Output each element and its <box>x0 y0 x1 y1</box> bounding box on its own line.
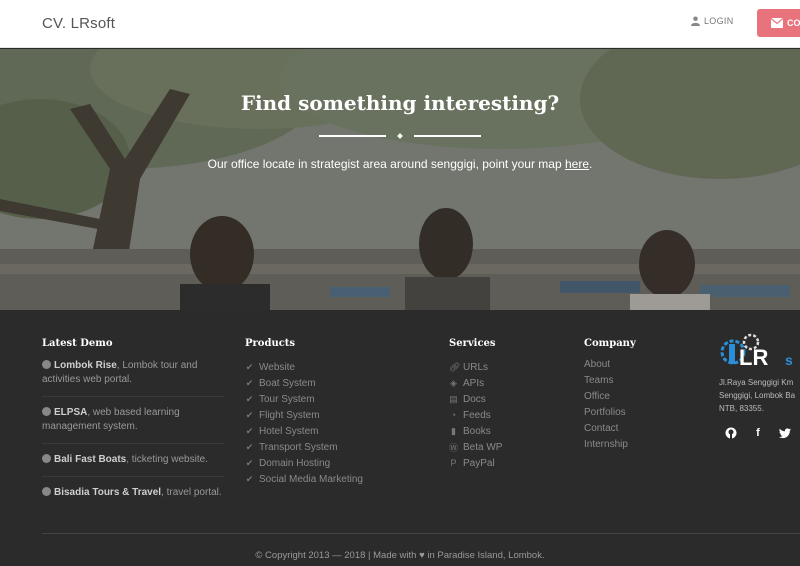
company-item[interactable]: Teams <box>584 375 636 391</box>
company-item[interactable]: Office <box>584 391 636 407</box>
demo-item[interactable]: Lombok Rise, Lombok tour and activities … <box>42 359 224 397</box>
check-icon: ✔ <box>245 425 254 436</box>
services-column: Services 🔗︎ URLs ◈ APIs ▤ Docs ◔ Feeds ▮ Book… <box>449 338 502 471</box>
globe-icon <box>42 454 51 463</box>
hero-banner: Find something interesting? Our office l… <box>0 49 800 310</box>
heart-icon: ♥ <box>419 550 425 561</box>
twitter-icon[interactable] <box>779 427 791 439</box>
service-item-beta-wp[interactable]: Ⓦ Beta WP <box>449 439 502 455</box>
wordpress-icon: Ⓦ <box>449 442 459 453</box>
rss-icon: ◔ <box>450 410 457 420</box>
product-item[interactable]: ✔ Website <box>245 359 363 375</box>
demo-item[interactable]: Bisadia Tours & Travel, travel portal. <box>42 486 224 509</box>
globe-icon <box>42 407 51 416</box>
link-icon: 🔗︎ <box>449 361 461 372</box>
hero-text: Our office locate in strategist area aro… <box>207 157 593 171</box>
product-item[interactable]: ✔ Tour System <box>245 391 363 407</box>
check-icon: ✔ <box>245 441 254 452</box>
demo-item[interactable]: ELPSA, web based learning management sys… <box>42 406 224 444</box>
services-title: Services <box>449 338 496 349</box>
latest-demo-title: Latest Demo <box>42 338 113 349</box>
product-item[interactable]: ✔ Hotel System <box>245 423 363 439</box>
check-icon: ✔ <box>245 393 254 404</box>
product-item[interactable]: ✔ Transport System <box>245 439 363 455</box>
service-item-feeds[interactable]: ◔ Feeds <box>449 407 502 423</box>
product-item[interactable]: ✔ Flight System <box>245 407 363 423</box>
envelope-icon <box>771 18 783 28</box>
service-item-paypal[interactable]: P PayPal <box>449 455 502 471</box>
map-link[interactable]: here <box>565 157 589 171</box>
service-item-urls[interactable]: 🔗︎ URLs <box>449 359 502 375</box>
user-icon <box>691 16 700 26</box>
footer: Latest Demo Lombok Rise, Lombok tour and… <box>0 310 800 566</box>
product-item[interactable]: ✔ Boat System <box>245 375 363 391</box>
login-label: LOGIN <box>704 16 734 26</box>
copyright-text: © Copyright 2013 — 2018 | Made with ♥ in… <box>255 550 545 561</box>
footer-divider <box>42 533 800 534</box>
check-icon: ✔ <box>245 361 254 372</box>
facebook-icon[interactable]: f <box>752 427 764 439</box>
latest-demo-column: Latest Demo Lombok Rise, Lombok tour and… <box>42 338 224 518</box>
book-icon: ▤ <box>449 393 458 404</box>
products-column: Products ✔ Website ✔ Boat System ✔ Tour Sys… <box>245 338 363 487</box>
paypal-icon: P <box>450 458 457 468</box>
check-icon: ✔ <box>245 377 254 388</box>
contact-button[interactable]: CO <box>757 9 800 37</box>
svg-text:LR: LR <box>739 345 768 370</box>
service-item-docs[interactable]: ▤ Docs <box>449 391 502 407</box>
company-title: Company <box>584 338 636 349</box>
company-item[interactable]: Portfolios <box>584 407 636 423</box>
check-icon: ✔ <box>245 473 254 484</box>
check-icon: ✔ <box>245 409 254 420</box>
company-item[interactable]: About <box>584 359 636 375</box>
hero-overlay <box>0 49 800 310</box>
github-icon[interactable] <box>725 427 737 439</box>
cube-icon: ◈ <box>450 377 457 388</box>
service-item-books[interactable]: ▮ Books <box>449 423 502 439</box>
navbar: CV. LRsoft LOGIN CO <box>0 0 800 48</box>
demo-item[interactable]: Bali Fast Boats, ticketing website. <box>42 453 224 477</box>
products-title: Products <box>245 338 296 349</box>
hero-divider <box>0 133 800 139</box>
globe-icon <box>42 360 51 369</box>
brand-name[interactable]: CV. LRsoft <box>42 15 115 32</box>
company-address: Jl.Raya Senggigi Km Senggigi, Lombok Ba … <box>719 378 796 413</box>
globe-icon <box>42 487 51 496</box>
product-item[interactable]: ✔ Domain Hosting <box>245 455 363 471</box>
company-logo: LR s <box>720 333 793 370</box>
login-link[interactable]: LOGIN <box>691 16 734 26</box>
hero-title: Find something interesting? <box>240 91 560 115</box>
company-column: Company About Teams Office Portfolios Co… <box>584 338 636 455</box>
product-item[interactable]: ✔ Social Media Marketing <box>245 471 363 487</box>
check-icon: ✔ <box>245 457 254 468</box>
svg-text:s: s <box>785 352 793 368</box>
bookmark-icon: ▮ <box>451 425 456 436</box>
company-item[interactable]: Contact <box>584 423 636 439</box>
service-item-apis[interactable]: ◈ APIs <box>449 375 502 391</box>
social-links: f <box>725 427 791 439</box>
contact-label: CO <box>787 18 800 28</box>
company-item[interactable]: Internship <box>584 439 636 455</box>
